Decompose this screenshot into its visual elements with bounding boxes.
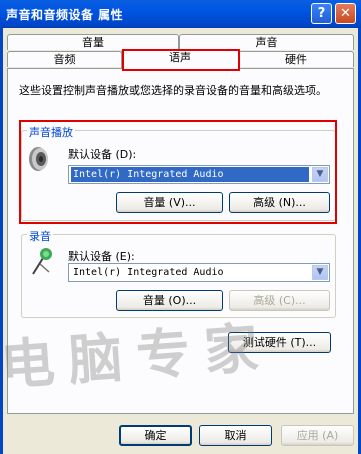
speaker-icon (28, 145, 50, 176)
playback-device-dropdown[interactable]: Intel(r) Integrated Audio ▼ (68, 165, 330, 184)
close-button[interactable]: ✕ (335, 3, 356, 24)
test-hardware-button[interactable]: 测试硬件 (T)... (228, 332, 331, 353)
recording-advanced-button[interactable]: 高级 (C)... (229, 290, 330, 311)
tab-audio[interactable]: 音频 (7, 51, 122, 67)
playback-device-value: Intel(r) Integrated Audio (71, 167, 309, 182)
playback-advanced-button[interactable]: 高级 (N)... (229, 192, 330, 213)
chevron-down-icon[interactable]: ▼ (312, 167, 328, 182)
tab-voice[interactable]: 语声 (121, 49, 239, 69)
recording-group-title: 录音 (27, 228, 53, 244)
recording-volume-button[interactable]: 音量 (O)... (116, 290, 223, 311)
apply-button[interactable]: 应用 (A) (281, 425, 354, 446)
title-bar[interactable]: 声音和音频设备 属性 ? ✕ (0, 0, 361, 28)
description-text: 这些设置控制声音播放或您选择的录音设备的音量和高级选项。 (19, 84, 327, 97)
window-border-left (0, 28, 3, 454)
recording-device-label: 默认设备 (E): (68, 250, 135, 263)
microphone-icon (29, 246, 55, 279)
playback-volume-button[interactable]: 音量 (V)... (116, 192, 223, 213)
tab-hardware[interactable]: 硬件 (238, 51, 354, 67)
chevron-down-icon[interactable]: ▼ (312, 265, 328, 280)
playback-device-label: 默认设备 (D): (68, 148, 137, 161)
tab-sounds[interactable]: 声音 (179, 34, 354, 50)
recording-device-value: Intel(r) Integrated Audio (73, 267, 224, 278)
tab-volume[interactable]: 音量 (7, 34, 179, 50)
help-button[interactable]: ? (311, 3, 332, 24)
window-title: 声音和音频设备 属性 (6, 8, 124, 22)
ok-button[interactable]: 确定 (119, 425, 192, 446)
recording-device-dropdown[interactable]: Intel(r) Integrated Audio ▼ (68, 263, 330, 282)
cancel-button[interactable]: 取消 (199, 425, 272, 446)
playback-group-title: 声音播放 (27, 124, 75, 140)
